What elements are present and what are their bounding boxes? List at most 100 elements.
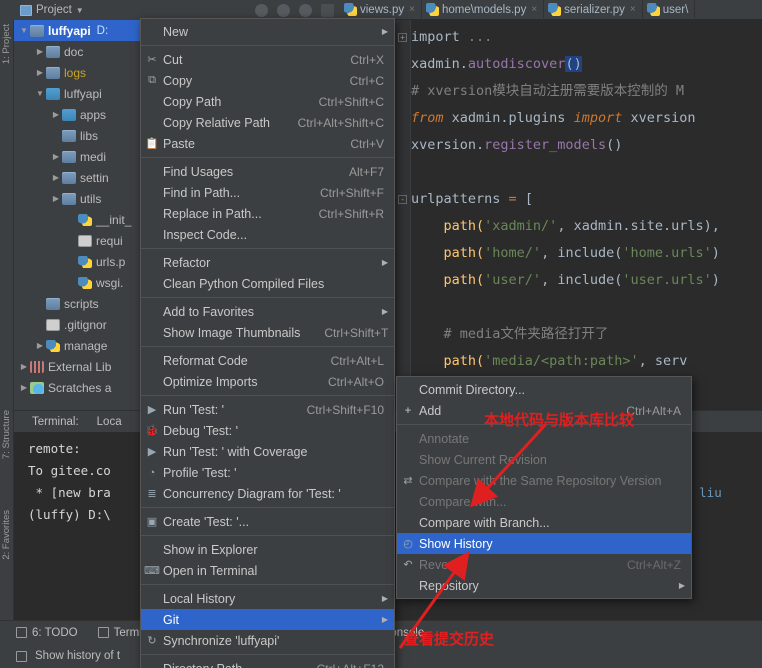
menu-item-show-in-explorer[interactable]: Show in Explorer — [141, 539, 394, 560]
code-token: 'user/' — [484, 272, 542, 288]
menu-item-clean-python-compiled-files[interactable]: Clean Python Compiled Files — [141, 273, 394, 294]
close-icon[interactable]: × — [409, 4, 415, 15]
menu-item-find-in-path[interactable]: Find in Path... Ctrl+Shift+F — [141, 182, 394, 203]
editor-tab[interactable]: home\models.py × — [422, 0, 545, 20]
expand-all-icon[interactable] — [277, 3, 290, 17]
menu-item-add-to-favorites[interactable]: Add to Favorites ▶ — [141, 301, 394, 322]
menu-item-show-image-thumbnails[interactable]: Show Image Thumbnails Ctrl+Shift+T — [141, 322, 394, 343]
menu-item-copy[interactable]: ⧉ Copy Ctrl+C — [141, 70, 394, 91]
folder-blue-icon — [46, 87, 60, 100]
code-line: path('media/<path:path>', serv — [411, 348, 720, 375]
code-token: urlpatterns — [411, 191, 509, 207]
code-token: import — [573, 110, 631, 126]
chevron-right-icon[interactable]: ▶ — [18, 383, 30, 392]
menu-item-show-history[interactable]: ◴ Show History — [397, 533, 691, 554]
menu-item-directory-path[interactable]: Directory PathCtrl+Alt+F12 — [141, 658, 394, 668]
menu-item-compare-with-branch[interactable]: Compare with Branch... — [397, 512, 691, 533]
sidebar-item-structure[interactable]: 7: Structure — [1, 410, 12, 459]
status-todo[interactable]: 6: TODO — [16, 627, 78, 639]
menu-item-find-usages[interactable]: Find Usages Alt+F7 — [141, 161, 394, 182]
menu-item-label: Copy — [163, 73, 193, 88]
menu-item-profile-test[interactable]: ◔ Profile 'Test: ' — [141, 462, 394, 483]
hide-icon[interactable] — [321, 3, 334, 17]
chevron-down-icon[interactable]: ▼ — [34, 89, 46, 98]
code-line: path('home/', include('home.urls') — [411, 240, 720, 267]
code-token: ) — [711, 245, 720, 261]
chevron-down-icon[interactable]: ▼ — [18, 26, 30, 35]
chevron-right-icon[interactable]: ▶ — [50, 194, 62, 203]
tree-item-label: scripts — [64, 296, 99, 311]
menu-item-open-in-terminal[interactable]: ⌨ Open in Terminal — [141, 560, 394, 581]
menu-item-synchronize-luffyapi[interactable]: ↻ Synchronize 'luffyapi' — [141, 630, 394, 651]
chevron-right-icon[interactable]: ▶ — [34, 341, 46, 350]
menu-item-compare-with-the-same-repository-version[interactable]: ⇄ Compare with the Same Repository Versio… — [397, 470, 691, 491]
menu-item-new[interactable]: New ▶ — [141, 21, 394, 42]
chevron-right-icon[interactable]: ▶ — [50, 152, 62, 161]
code-editor[interactable]: + import ... xadmin.autodiscover() # xversi… — [395, 20, 762, 410]
menu-item-cut[interactable]: ✂ Cut Ctrl+X — [141, 49, 394, 70]
code-line: path('xadmin/', xadmin.site.urls), — [411, 213, 720, 240]
menu-item-replace-in-path[interactable]: Replace in Path... Ctrl+Shift+R — [141, 203, 394, 224]
editor-tab[interactable]: serializer.py × — [544, 0, 643, 20]
menu-separator — [141, 535, 394, 536]
menu-item-git[interactable]: Git ▶ — [141, 609, 394, 630]
code-line: + import ... — [398, 24, 720, 51]
editor-tab[interactable]: user\ — [643, 0, 696, 20]
tree-item-label: libs — [80, 128, 99, 143]
tree-item-label: manage — [64, 338, 108, 353]
chevron-down-icon[interactable]: ▼ — [76, 6, 84, 15]
menu-item-label: Find Usages — [163, 164, 234, 179]
menu-separator — [141, 395, 394, 396]
menu-item-local-history[interactable]: Local History ▶ — [141, 588, 394, 609]
editor-tab[interactable]: views.py × — [340, 0, 422, 20]
close-icon[interactable]: × — [531, 4, 537, 15]
menu-item-inspect-code[interactable]: Inspect Code... — [141, 224, 394, 245]
left-tool-window-bar: 1: Project 7: Structure 2: Favorites — [0, 20, 14, 642]
menu-item-show-current-revision[interactable]: Show Current Revision — [397, 449, 691, 470]
project-tool-window-title[interactable]: Project ▼ — [0, 4, 84, 16]
menu-item-label: Debug 'Test: ' — [163, 423, 238, 438]
fold-collapse-icon[interactable]: - — [398, 195, 407, 204]
menu-item-repository[interactable]: Repository ▶ — [397, 575, 691, 596]
chevron-right-icon[interactable]: ▶ — [50, 173, 62, 182]
chevron-right-icon[interactable]: ▶ — [34, 47, 46, 56]
menu-item-label: Create 'Test: '... — [163, 514, 250, 529]
code-token: autodiscover — [467, 56, 566, 72]
menu-item-run-test[interactable]: ▶ Run 'Test: ' Ctrl+Shift+F10 — [141, 399, 394, 420]
menu-item-label: New — [163, 24, 189, 39]
editor-tab-strip: views.py × home\models.py × serializer.p… — [340, 0, 762, 20]
sidebar-item-favorites[interactable]: 2: Favorites — [1, 510, 12, 560]
chevron-right-icon[interactable]: ▶ — [34, 68, 46, 77]
sidebar-item-project[interactable]: 1: Project — [1, 24, 12, 64]
menu-item-label: Compare with... — [419, 494, 507, 509]
context-menu[interactable]: New ▶ ✂ Cut Ctrl+X ⧉ Copy Ctrl+C Copy Path Ctrl+S… — [140, 18, 395, 668]
paste-icon: 📋 — [145, 138, 159, 150]
folder-icon — [62, 150, 76, 163]
code-token: = — [508, 191, 525, 207]
collapse-all-icon[interactable] — [255, 3, 268, 17]
menu-item-refactor[interactable]: Refactor ▶ — [141, 252, 394, 273]
menu-item-annotate[interactable]: Annotate — [397, 428, 691, 449]
menu-item-compare-with[interactable]: Compare with... — [397, 491, 691, 512]
chevron-right-icon[interactable]: ▶ — [18, 362, 30, 371]
menu-item-create-test[interactable]: ▣ Create 'Test: '... — [141, 511, 394, 532]
menu-item-reformat-code[interactable]: Reformat Code Ctrl+Alt+L — [141, 350, 394, 371]
menu-item-revert[interactable]: ↶ Revert... Ctrl+Alt+Z — [397, 554, 691, 575]
folder-icon — [46, 66, 60, 79]
close-icon[interactable]: × — [630, 4, 636, 15]
menu-item-paste[interactable]: 📋 Paste Ctrl+V — [141, 133, 394, 154]
chevron-right-icon[interactable]: ▶ — [50, 110, 62, 119]
menu-item-copy-path[interactable]: Copy Path Ctrl+Shift+C — [141, 91, 394, 112]
code-token: # xversion模块自动注册需要版本控制的 M — [411, 83, 685, 99]
menu-item-run-test-with-coverage[interactable]: ▶ Run 'Test: ' with Coverage — [141, 441, 394, 462]
menu-item-label: Revert... — [419, 557, 467, 572]
gear-icon[interactable] — [299, 3, 312, 17]
menu-item-concurrency-diagram-for-test[interactable]: ≣ Concurrency Diagram for 'Test: ' — [141, 483, 394, 504]
menu-item-optimize-imports[interactable]: Optimize Imports Ctrl+Alt+O — [141, 371, 394, 392]
code-token: # media文件夹路径打开了 — [411, 326, 609, 342]
menu-item-commit-directory[interactable]: Commit Directory... — [397, 379, 691, 400]
menu-item-debug-test[interactable]: 🐞 Debug 'Test: ' — [141, 420, 394, 441]
fold-expand-icon[interactable]: + — [398, 33, 407, 42]
menu-item-copy-relative-path[interactable]: Copy Relative Path Ctrl+Alt+Shift+C — [141, 112, 394, 133]
terminal-tab-local[interactable]: Loca — [97, 416, 122, 428]
